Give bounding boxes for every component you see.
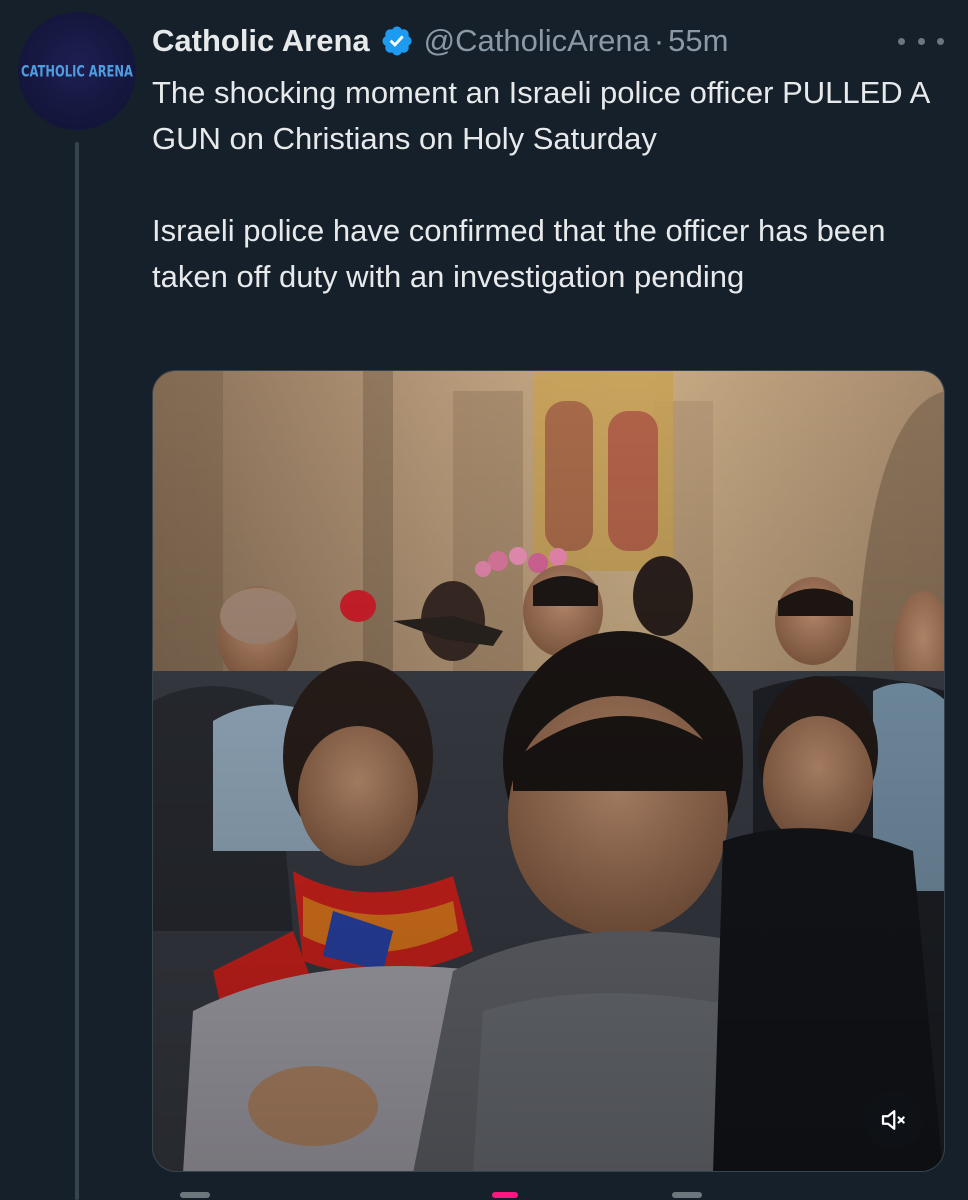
avatar-logo-text: CATHOLIC ARENA: [21, 61, 133, 81]
tweet-action-bar: [152, 1190, 945, 1200]
avatar[interactable]: CATHOLIC ARENA: [18, 12, 136, 130]
like-icon[interactable]: [492, 1192, 518, 1198]
video-frame: [153, 371, 944, 1171]
verified-badge-icon: [382, 26, 412, 56]
more-dot: [937, 37, 944, 45]
more-options-button[interactable]: [898, 26, 944, 56]
header-separator: ·: [653, 23, 665, 58]
tweet-text: The shocking moment an Israeli police of…: [152, 70, 952, 300]
more-dot: [917, 37, 925, 45]
thread-connector-line: [75, 142, 79, 1200]
speaker-muted-icon: [881, 1110, 905, 1130]
display-name[interactable]: Catholic Arena: [152, 23, 370, 59]
reply-icon[interactable]: [180, 1192, 210, 1198]
tweet-paragraph: The shocking moment an Israeli police of…: [152, 75, 929, 156]
tweet-timestamp[interactable]: 55m: [668, 23, 728, 59]
views-icon[interactable]: [672, 1192, 702, 1198]
mute-toggle-button[interactable]: [864, 1091, 922, 1149]
more-horizontal-icon: [898, 37, 905, 45]
user-handle[interactable]: @CatholicArena: [424, 23, 650, 59]
tweet-header: Catholic Arena @CatholicArena · 55m: [152, 20, 728, 62]
tweet-paragraph: Israeli police have confirmed that the o…: [152, 213, 886, 294]
tweet-video[interactable]: [152, 370, 945, 1172]
